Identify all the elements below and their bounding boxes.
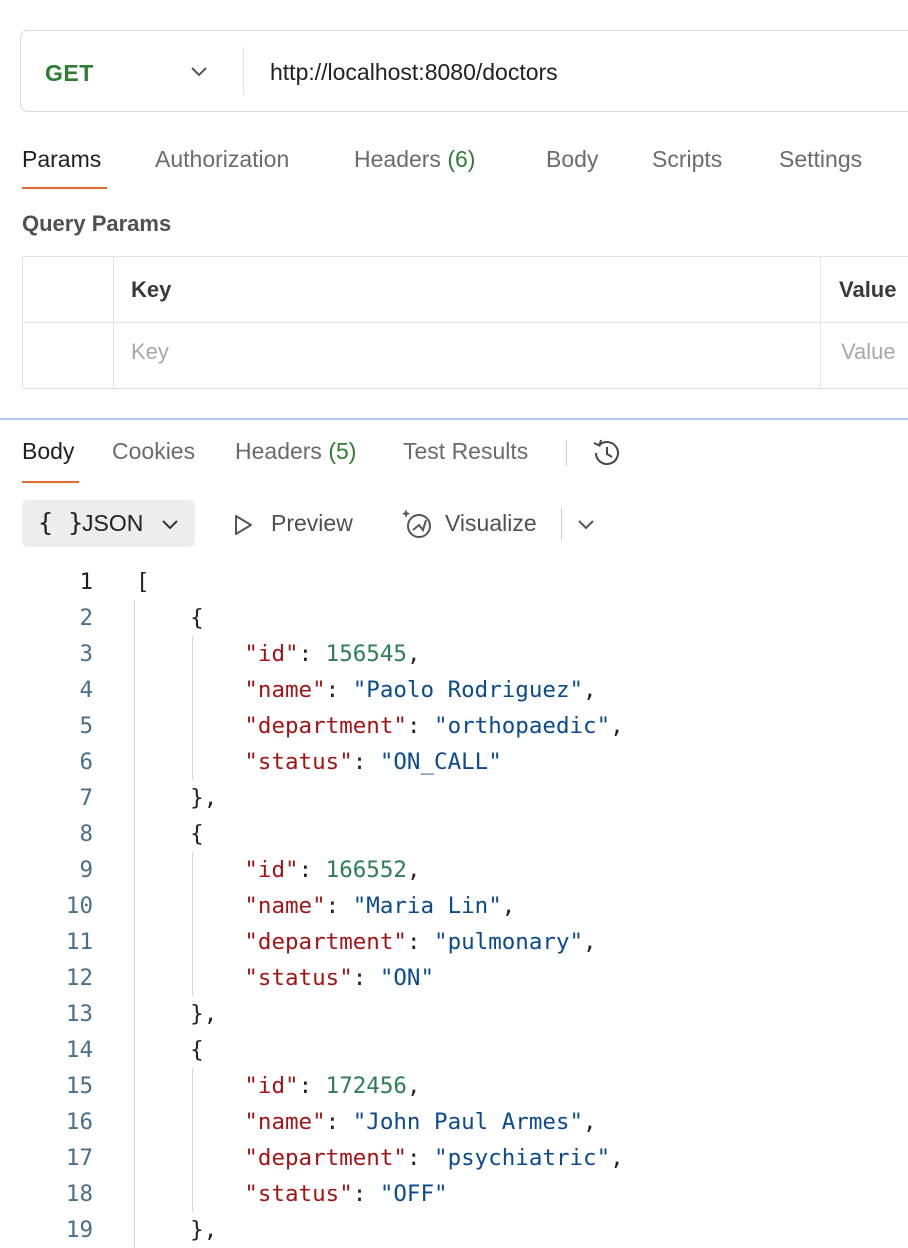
table-divider — [820, 256, 821, 389]
line-number: 14 — [65, 1037, 93, 1063]
line-number: 17 — [65, 1145, 93, 1171]
line-number: 12 — [65, 965, 93, 991]
code-text: "id": 172456, — [244, 1073, 421, 1099]
line-number: 13 — [65, 1001, 93, 1027]
tab-authorization[interactable]: Authorization — [155, 146, 289, 173]
code-text: "department": "orthopaedic", — [244, 713, 624, 739]
line-number: 2 — [79, 605, 93, 631]
code-text: "status": "ON" — [244, 965, 435, 991]
line-number: 15 — [65, 1073, 93, 1099]
query-params-title: Query Params — [22, 211, 172, 236]
line-number: 11 — [65, 929, 93, 955]
code-text: "status": "ON_CALL" — [244, 749, 502, 775]
tab-scripts[interactable]: Scripts — [652, 146, 722, 173]
value-input[interactable]: Value — [841, 339, 896, 365]
response-tab-body[interactable]: Body — [22, 438, 74, 465]
line-number: 5 — [79, 713, 93, 739]
code-line: 4 "name": "Paolo Rodriguez", — [0, 672, 908, 708]
tab-body[interactable]: Body — [546, 146, 598, 173]
code-line: 15 "id": 172456, — [0, 1068, 908, 1104]
response-headers-label: Headers — [235, 438, 322, 464]
code-line: 18 "status": "OFF" — [0, 1176, 908, 1212]
code-text: }, — [136, 1217, 218, 1243]
tab-headers-label: Headers — [354, 146, 441, 172]
chevron-down-icon[interactable] — [189, 61, 209, 81]
code-text: "name": "Paolo Rodriguez", — [244, 677, 597, 703]
play-icon[interactable] — [230, 512, 256, 538]
tab-separator — [566, 440, 567, 466]
preview-button[interactable]: Preview — [271, 510, 353, 537]
response-tab-test-results[interactable]: Test Results — [403, 438, 528, 465]
code-line: 13 }, — [0, 996, 908, 1032]
tab-params[interactable]: Params — [22, 146, 101, 173]
code-text: "name": "John Paul Armes", — [244, 1109, 597, 1135]
code-line: 6 "status": "ON_CALL" — [0, 744, 908, 780]
braces-icon: { } — [38, 508, 84, 537]
code-text: "department": "pulmonary", — [244, 929, 597, 955]
code-line: 16 "name": "John Paul Armes", — [0, 1104, 908, 1140]
line-number: 1 — [79, 569, 93, 595]
chevron-down-icon[interactable] — [575, 514, 597, 534]
code-line: 7 }, — [0, 780, 908, 816]
tab-headers[interactable]: Headers (6) — [354, 146, 475, 173]
code-line: 3 "id": 156545, — [0, 636, 908, 672]
code-line: 8 { — [0, 816, 908, 852]
response-tab-cookies[interactable]: Cookies — [112, 438, 195, 465]
code-line: 1[ — [0, 564, 908, 600]
code-text: "id": 166552, — [244, 857, 421, 883]
code-text: { — [136, 605, 204, 631]
code-text: [ — [136, 569, 150, 595]
line-number: 9 — [79, 857, 93, 883]
line-number: 8 — [79, 821, 93, 847]
table-divider — [113, 256, 114, 389]
code-text: "id": 156545, — [244, 641, 421, 667]
active-tab-indicator — [22, 187, 107, 189]
format-label: JSON — [82, 510, 144, 536]
active-tab-indicator — [22, 481, 79, 483]
url-bar: GET http://localhost:8080/doctors — [20, 30, 908, 112]
key-column-header: Key — [131, 277, 172, 302]
line-number: 3 — [79, 641, 93, 667]
code-line: 5 "department": "orthopaedic", — [0, 708, 908, 744]
table-divider — [22, 322, 908, 323]
code-text: "status": "OFF" — [244, 1181, 448, 1207]
code-line: 11 "department": "pulmonary", — [0, 924, 908, 960]
response-body-editor[interactable]: 1[2 {3 "id": 156545, 4 "name": "Paolo Rod… — [0, 564, 908, 1248]
code-line: 19 }, — [0, 1212, 908, 1248]
response-headers-count: (5) — [328, 438, 357, 464]
chevron-down-icon — [162, 520, 178, 530]
code-text: }, — [136, 1001, 218, 1027]
code-text: }, — [136, 785, 218, 811]
visualize-button[interactable]: Visualize — [445, 510, 537, 537]
code-line: 9 "id": 166552, — [0, 852, 908, 888]
tab-settings[interactable]: Settings — [779, 146, 862, 173]
code-text: "name": "Maria Lin", — [244, 893, 516, 919]
line-number: 10 — [65, 893, 93, 919]
tab-headers-count: (6) — [447, 146, 476, 172]
pane-splitter[interactable] — [0, 418, 908, 420]
line-number: 16 — [65, 1109, 93, 1135]
code-text: { — [136, 821, 204, 847]
line-number: 7 — [79, 785, 93, 811]
url-divider — [243, 47, 244, 95]
line-number: 18 — [65, 1181, 93, 1207]
code-line: 12 "status": "ON" — [0, 960, 908, 996]
toolbar-separator — [561, 508, 562, 540]
code-line: 17 "department": "psychiatric", — [0, 1140, 908, 1176]
key-input[interactable]: Key — [131, 339, 169, 365]
history-icon[interactable] — [590, 436, 624, 470]
code-text: { — [136, 1037, 204, 1063]
method-select[interactable]: GET — [45, 60, 94, 87]
line-number: 4 — [79, 677, 93, 703]
code-line: 2 { — [0, 600, 908, 636]
visualize-icon[interactable] — [400, 506, 436, 542]
code-line: 10 "name": "Maria Lin", — [0, 888, 908, 924]
line-number: 6 — [79, 749, 93, 775]
code-line: 14 { — [0, 1032, 908, 1068]
line-number: 19 — [65, 1217, 93, 1243]
code-text: "department": "psychiatric", — [244, 1145, 624, 1171]
value-column-header: Value — [839, 277, 897, 302]
response-tab-headers[interactable]: Headers (5) — [235, 438, 356, 465]
url-input[interactable]: http://localhost:8080/doctors — [270, 59, 558, 86]
